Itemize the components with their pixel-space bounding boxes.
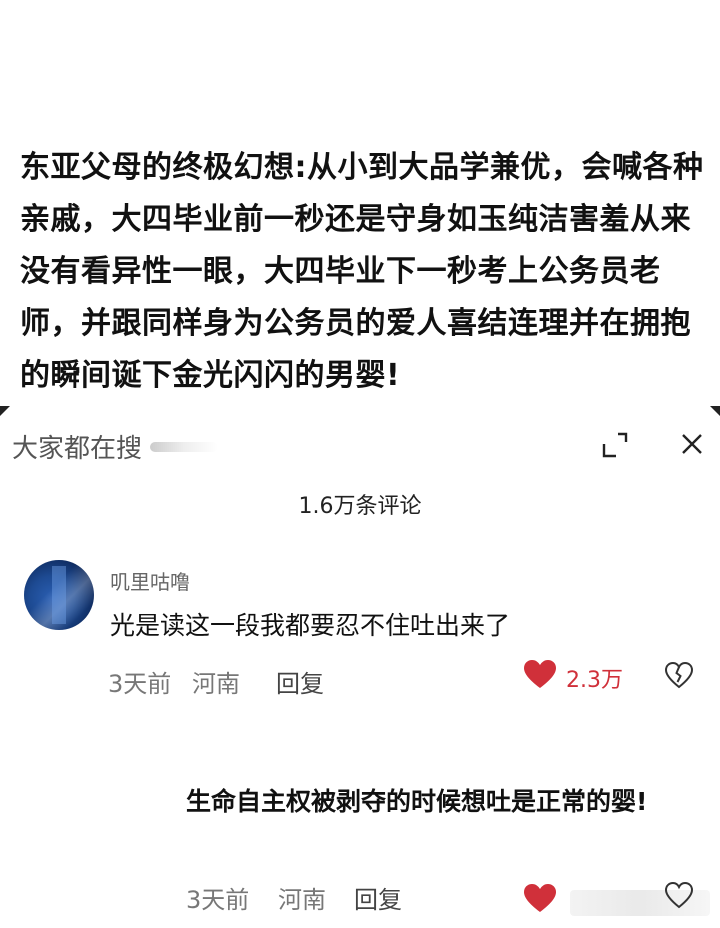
broken-heart-icon[interactable]: [664, 660, 694, 690]
comment-location: 河南: [192, 670, 240, 698]
close-icon[interactable]: [676, 428, 708, 460]
comment-sheet-edge: [0, 406, 720, 424]
heart-icon[interactable]: [522, 658, 558, 690]
reply-time: 3天前: [186, 886, 250, 914]
comment-text: 光是读这一段我都要忍不住吐出来了: [110, 611, 511, 640]
comment-username[interactable]: 叽里咕噜: [110, 566, 190, 595]
reply-text: 生命自主权被剥夺的时候想吐是正常的婴!: [186, 787, 648, 816]
comment-count: 1.6万条评论: [298, 494, 422, 519]
post-text: 东亚父母的终极幻想:从小到大品学兼优，会喊各种亲戚，大四毕业前一秒还是守身如玉纯…: [20, 150, 704, 393]
expand-icon[interactable]: [600, 430, 630, 460]
search-bar[interactable]: 大家都在搜: [0, 424, 720, 470]
broken-heart-icon[interactable]: [664, 880, 694, 910]
avatar[interactable]: [24, 560, 94, 630]
search-suggestion-label[interactable]: 大家都在搜: [12, 428, 142, 465]
reply-button[interactable]: 回复: [276, 664, 324, 699]
comment-time: 3天前: [108, 670, 172, 698]
heart-icon[interactable]: [522, 882, 558, 914]
blurred-search-term: [150, 442, 218, 452]
reply-button[interactable]: 回复: [354, 880, 402, 915]
reply-location: 河南: [278, 886, 326, 914]
like-count: 2.3万: [566, 668, 623, 693]
